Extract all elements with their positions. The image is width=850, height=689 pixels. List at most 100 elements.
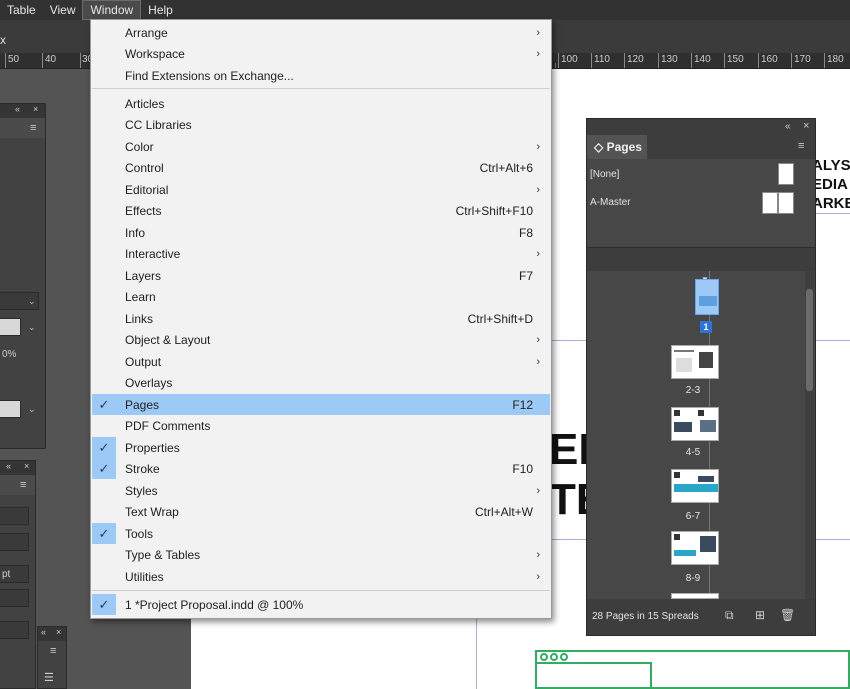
checkmark-icon: ✓: [92, 594, 116, 615]
properties-panel: « × ≡ ⌄ ⌄ 0% ⌄: [0, 103, 46, 449]
ruler-label: 150: [727, 54, 744, 65]
submenu-arrow-icon: ›: [536, 333, 540, 346]
menu-item-color[interactable]: Color ›: [92, 136, 550, 157]
page-thumbnail[interactable]: [695, 279, 719, 315]
menu-item-open-document[interactable]: ✓ 1 *Project Proposal.indd @ 100%: [92, 594, 550, 615]
chevron-down-icon: ⌄: [28, 296, 36, 306]
pages-panel: « × ◇ Pages ≡ [None] A-Master ▼ 1 2-3 4-…: [586, 118, 816, 636]
menu-item-tools[interactable]: ✓ Tools: [92, 523, 550, 544]
menu-item-layers[interactable]: Layers F7: [92, 265, 550, 286]
text-frame[interactable]: [535, 662, 652, 689]
menu-item-type-tables[interactable]: Type & Tables ›: [92, 544, 550, 565]
collapse-icon[interactable]: «: [15, 104, 20, 114]
menu-item-styles[interactable]: Styles ›: [92, 480, 550, 501]
menu-item-articles[interactable]: Articles: [92, 93, 550, 114]
close-icon[interactable]: ×: [33, 104, 38, 114]
dropdown[interactable]: [0, 533, 29, 551]
spread-label[interactable]: 8-9: [673, 573, 713, 584]
menu-item-editorial[interactable]: Editorial ›: [92, 179, 550, 200]
menu-view[interactable]: View: [43, 0, 83, 20]
menu-item-interactive[interactable]: Interactive ›: [92, 243, 550, 264]
collapse-icon[interactable]: «: [41, 627, 46, 637]
value-text: 0%: [2, 349, 17, 360]
menu-item-stroke[interactable]: ✓ Stroke F10: [92, 458, 550, 479]
collapse-icon[interactable]: «: [785, 121, 791, 132]
submenu-arrow-icon: ›: [536, 47, 540, 60]
menu-item-text-wrap[interactable]: Text Wrap Ctrl+Alt+W: [92, 501, 550, 522]
menu-item-output[interactable]: Output ›: [92, 351, 550, 372]
checkmark-icon: ✓: [98, 396, 110, 412]
menu-item-info[interactable]: Info F8: [92, 222, 550, 243]
spread-thumbnail[interactable]: [671, 345, 719, 379]
guide-line: [816, 213, 850, 214]
close-tab-icon[interactable]: x: [0, 33, 6, 47]
close-icon[interactable]: ×: [24, 461, 29, 471]
ruler-label: 180: [827, 54, 844, 65]
spread-thumbnail[interactable]: [671, 407, 719, 441]
collapse-icon[interactable]: «: [6, 461, 11, 471]
menu-item-cc-libraries[interactable]: CC Libraries: [92, 114, 550, 135]
spread-thumbnail[interactable]: [671, 531, 719, 565]
menu-item-pages[interactable]: ✓ Pages F12: [92, 394, 550, 415]
ruler-label: 40: [45, 54, 57, 65]
window-menu-dropdown: Arrange › Workspace › Find Extensions on E…: [90, 19, 552, 619]
master-thumbnail[interactable]: [778, 192, 794, 214]
edit-page-size-icon[interactable]: ⧉: [725, 608, 734, 623]
panel-menu-icon[interactable]: ≡: [50, 645, 56, 657]
panel-menu-icon[interactable]: ≡: [20, 479, 26, 491]
submenu-arrow-icon: ›: [536, 183, 540, 196]
value-unit: pt: [2, 569, 11, 580]
panel-menu-icon[interactable]: ≡: [798, 140, 804, 152]
menu-item-links[interactable]: Links Ctrl+Shift+D: [92, 308, 550, 329]
spread-label[interactable]: 6-7: [673, 511, 713, 522]
spread-label[interactable]: 4-5: [673, 447, 713, 458]
trash-icon[interactable]: 🗑: [780, 608, 795, 622]
submenu-arrow-icon: ›: [536, 247, 540, 260]
dropdown[interactable]: [0, 589, 29, 607]
submenu-arrow-icon: ›: [536, 26, 540, 39]
close-icon[interactable]: ×: [803, 120, 809, 132]
master-label[interactable]: A-Master: [590, 197, 631, 208]
heading-fragment: ALYS EDIA ARKE: [812, 157, 850, 212]
menu-item-pdf-comments[interactable]: PDF Comments: [92, 415, 550, 436]
menu-window[interactable]: Window: [82, 0, 142, 20]
menu-help[interactable]: Help: [141, 0, 180, 20]
tab-toggle-icon: ◇: [594, 140, 607, 154]
spread-label[interactable]: 2-3: [673, 385, 713, 396]
scrollbar-thumb[interactable]: [806, 289, 813, 391]
submenu-arrow-icon: ›: [536, 140, 540, 153]
panel-divider[interactable]: [587, 247, 815, 271]
master-thumbnail[interactable]: [778, 163, 794, 185]
page-number-label[interactable]: 1: [700, 321, 712, 333]
dropdown[interactable]: [0, 621, 29, 639]
panel-menu-icon[interactable]: ≡: [30, 122, 36, 134]
menu-table[interactable]: Table: [0, 0, 43, 20]
menu-item-overlays[interactable]: Overlays: [92, 372, 550, 393]
menu-item-control[interactable]: Control Ctrl+Alt+6: [92, 157, 550, 178]
menu-item-utilities[interactable]: Utilities ›: [92, 566, 550, 587]
master-label[interactable]: [None]: [590, 169, 619, 180]
menu-item-find-extensions[interactable]: Find Extensions on Exchange...: [92, 65, 550, 86]
dropdown[interactable]: [0, 400, 21, 418]
submenu-arrow-icon: ›: [536, 548, 540, 561]
menu-item-properties[interactable]: ✓ Properties: [92, 437, 550, 458]
frame-handle[interactable]: [550, 653, 558, 661]
menu-item-learn[interactable]: Learn: [92, 286, 550, 307]
dropdown[interactable]: [0, 507, 29, 525]
align-icon[interactable]: ☰: [44, 671, 54, 684]
master-thumbnail[interactable]: [762, 192, 778, 214]
frame-handle[interactable]: [540, 653, 548, 661]
menu-item-workspace[interactable]: Workspace ›: [92, 43, 550, 64]
submenu-arrow-icon: ›: [536, 484, 540, 497]
menu-item-arrange[interactable]: Arrange ›: [92, 22, 550, 43]
frame-handle[interactable]: [560, 653, 568, 661]
spread-thumbnail[interactable]: [671, 469, 719, 503]
submenu-arrow-icon: ›: [536, 355, 540, 368]
dropdown[interactable]: [0, 318, 21, 336]
close-icon[interactable]: ×: [56, 627, 61, 637]
new-page-icon[interactable]: ⊞: [755, 608, 765, 622]
menu-item-object-layout[interactable]: Object & Layout ›: [92, 329, 550, 350]
tab-pages[interactable]: ◇ Pages: [587, 135, 647, 159]
menu-item-effects[interactable]: Effects Ctrl+Shift+F10: [92, 200, 550, 221]
checkmark-icon: ✓: [92, 523, 116, 544]
